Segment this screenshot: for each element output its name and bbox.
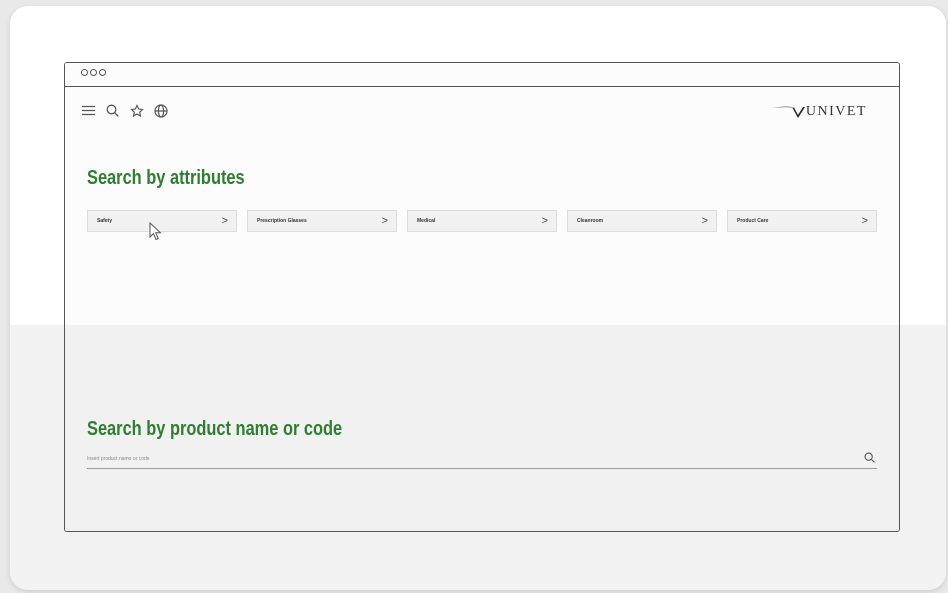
attribute-button-cleanroom[interactable]: Cleanroom > [567,210,717,232]
product-search-input[interactable] [87,453,847,465]
chevron-right-icon: > [221,214,228,227]
globe-icon[interactable] [153,103,168,118]
univet-logo[interactable]: UNIVET [771,104,867,120]
logo-mark-icon [771,106,805,118]
mouse-cursor-icon [149,222,162,241]
attribute-label: Safety [97,218,113,224]
page-upper-area [65,63,899,325]
attribute-button-product-care[interactable]: Product Care > [727,210,877,232]
product-search-title: Search by product name or code [87,418,343,440]
window-dot-minimize[interactable] [90,69,97,76]
window-dot-close[interactable] [81,69,88,76]
attribute-label: Cleanroom [577,218,604,224]
attributes-section-title: Search by attributes [87,167,245,189]
logo-text: UNIVET [805,104,867,119]
chevron-right-icon: > [701,214,708,227]
attribute-label: Product Care [737,218,769,224]
chevron-right-icon: > [381,214,388,227]
product-search-button[interactable] [861,449,877,465]
product-search-field [87,449,877,469]
browser-titlebar [65,63,899,87]
attribute-button-medical[interactable]: Medical > [407,210,557,232]
attribute-label: Prescription Glasses [257,218,307,224]
browser-window: UNIVET Search by attributes Safety > Pre… [64,62,900,532]
menu-icon[interactable] [81,103,96,118]
attribute-buttons: Safety > Prescription Glasses > Medical … [87,210,877,232]
attribute-label: Medical [417,218,436,224]
search-icon [863,451,875,463]
chevron-right-icon: > [541,214,548,227]
site-navbar [81,103,168,118]
search-icon[interactable] [105,103,120,118]
chevron-right-icon: > [861,214,868,227]
attribute-button-prescription-glasses[interactable]: Prescription Glasses > [247,210,397,232]
window-dot-maximize[interactable] [99,69,106,76]
star-icon[interactable] [129,103,144,118]
window-controls [81,69,106,76]
